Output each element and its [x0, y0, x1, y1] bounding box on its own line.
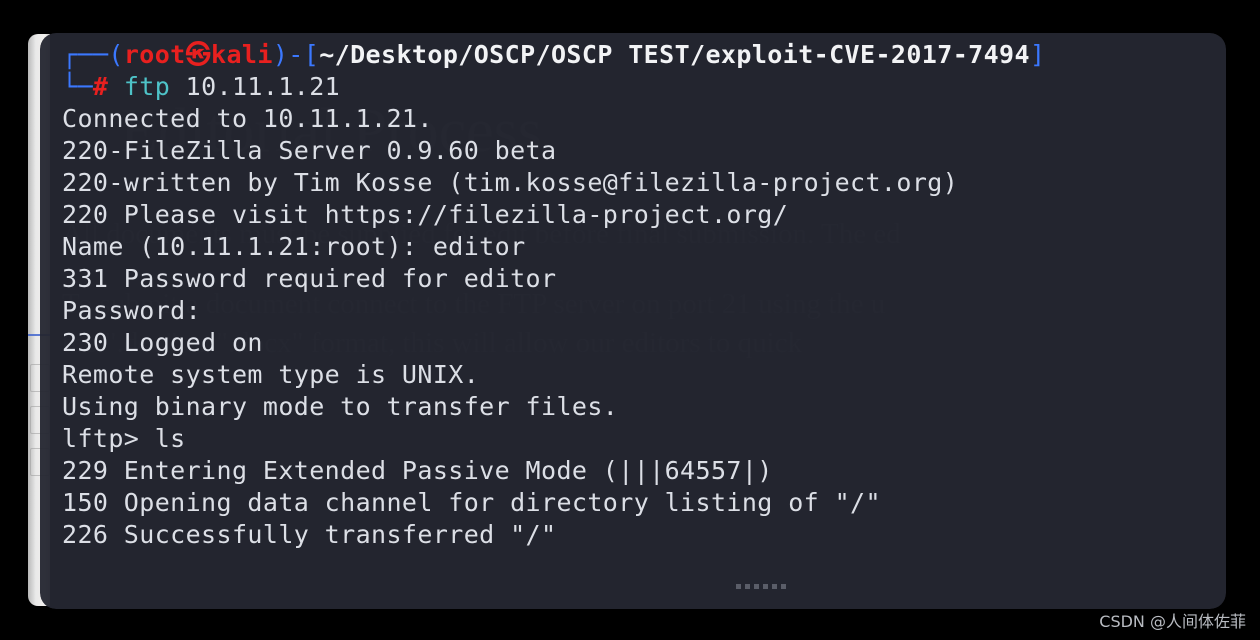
- output-line: 226 Successfully transferred "/": [62, 520, 557, 549]
- resize-dot: [754, 584, 759, 589]
- command-name: ftp: [123, 72, 171, 101]
- prompt-box-bottom-glyph: └─: [62, 72, 93, 101]
- attribution-watermark: CSDN @人间体佐菲: [1099, 612, 1246, 631]
- command-args: 10.11.1.21: [170, 72, 341, 101]
- screenshot-canvas: s e y o if o) Editorial Process All docu…: [0, 0, 1260, 640]
- output-line: Remote system type is UNIX.: [62, 360, 480, 389]
- output-line: 220 Please visit https://filezilla-proje…: [62, 200, 789, 229]
- prompt-hash-symbol: #: [92, 72, 109, 101]
- prompt-line-top: ┌──(root㉿kali)-[~/Desktop/OSCP/OSCP TEST…: [62, 39, 1226, 71]
- terminal-window[interactable]: ┌──(root㉿kali)-[~/Desktop/OSCP/OSCP TEST…: [40, 33, 1226, 609]
- prompt-box-top-glyph: ┌──: [62, 40, 109, 69]
- prompt-paren-open: (: [108, 40, 124, 69]
- resize-dot: [745, 584, 750, 589]
- prompt-paren-close: ): [272, 40, 289, 69]
- output-line: 230 Logged on: [62, 328, 263, 357]
- window-resize-handle[interactable]: [736, 584, 786, 589]
- output-line: 331 Password required for editor: [62, 264, 557, 293]
- resize-dot: [772, 584, 777, 589]
- output-line: Connected to 10.11.1.21.: [62, 104, 433, 133]
- resize-dot: [736, 584, 741, 589]
- output-line: Name (10.11.1.21:root): editor: [62, 232, 526, 261]
- prompt-host: kali: [211, 40, 273, 69]
- circled-at-icon: ㉿: [185, 40, 212, 69]
- prompt-line-command[interactable]: └─# ftp 10.11.1.21: [62, 71, 1226, 103]
- output-line: 220-written by Tim Kosse (tim.kosse@file…: [62, 168, 959, 197]
- terminal-scrollback[interactable]: ┌──(root㉿kali)-[~/Desktop/OSCP/OSCP TEST…: [40, 33, 1226, 551]
- output-line: 229 Entering Extended Passive Mode (|||6…: [62, 456, 773, 485]
- output-line: lftp> ls: [62, 424, 186, 453]
- prompt-bracket-close: ]: [1029, 40, 1046, 69]
- prompt-dash: -: [288, 40, 304, 69]
- resize-dot: [781, 584, 786, 589]
- prompt-path: ~/Desktop/OSCP/OSCP TEST/exploit-CVE-201…: [319, 40, 1030, 69]
- output-line: Password:: [62, 296, 202, 325]
- output-line: Using binary mode to transfer files.: [62, 392, 619, 421]
- output-line: 150 Opening data channel for directory l…: [62, 488, 881, 517]
- prompt-bracket-open: [: [303, 40, 320, 69]
- output-line: 220-FileZilla Server 0.9.60 beta: [62, 136, 557, 165]
- prompt-user: root: [123, 40, 186, 69]
- resize-dot: [763, 584, 768, 589]
